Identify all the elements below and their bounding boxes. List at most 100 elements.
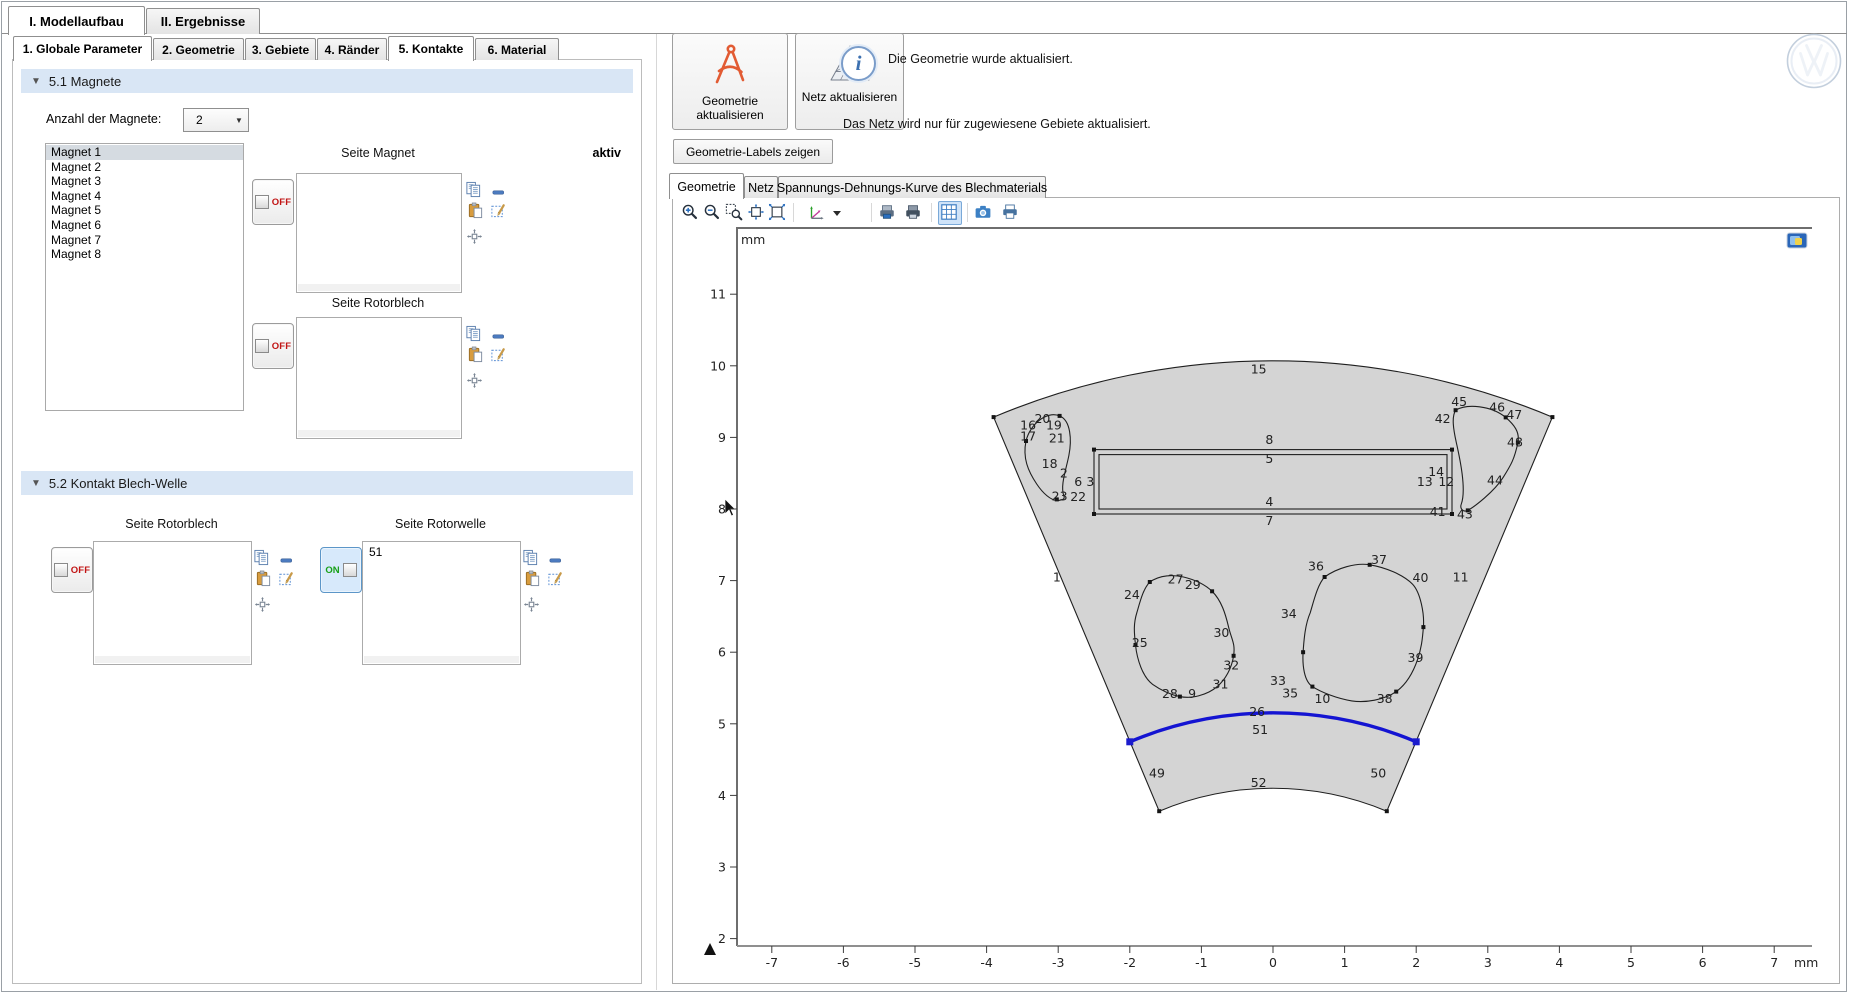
toolbar-separator xyxy=(967,203,968,222)
zoom-in-icon[interactable] xyxy=(681,203,699,221)
zoom-extents-icon[interactable] xyxy=(747,203,765,221)
update-geometry-button[interactable]: Geometrie aktualisieren xyxy=(672,33,788,130)
rotorblech-aktiv-toggle[interactable]: OFF xyxy=(252,323,294,369)
svg-text:6: 6 xyxy=(1699,955,1707,970)
tab-geometrie[interactable]: 2. Geometrie xyxy=(153,38,244,60)
list-item[interactable]: Magnet 4 xyxy=(46,189,243,204)
view-dropdown-caret-icon[interactable] xyxy=(831,206,843,218)
clear-selection-icon[interactable] xyxy=(490,346,507,363)
print-icon[interactable] xyxy=(1001,203,1019,221)
copy-selection-icon[interactable] xyxy=(522,549,539,566)
panel-splitter[interactable] xyxy=(656,34,657,990)
clear-selection-icon[interactable] xyxy=(278,570,295,587)
paste-selection-icon[interactable] xyxy=(255,570,272,587)
image-export-icon[interactable] xyxy=(878,203,896,221)
paste-selection-icon[interactable] xyxy=(467,346,484,363)
rotor-sector-geometry[interactable] xyxy=(994,361,1553,811)
zoom-box-icon[interactable] xyxy=(725,203,743,221)
clear-selection-icon[interactable] xyxy=(547,570,564,587)
tab-plot-spannungs-dehnungs-kurve[interactable]: Spannungs-Dehnungs-Kurve des Blechmateri… xyxy=(778,176,1046,198)
seite-rotorblech-selection-box[interactable] xyxy=(296,317,462,439)
remove-selection-icon[interactable] xyxy=(547,552,564,569)
tab-ergebnisse[interactable]: II. Ergebnisse xyxy=(146,8,260,34)
geometry-plot-canvas[interactable]: -7-6-5-4-3-2-101234567234567891011mmmm15… xyxy=(673,227,1839,982)
zoom-to-selection-icon[interactable] xyxy=(523,596,540,613)
list-item[interactable]: Magnet 8 xyxy=(46,247,243,262)
tab-label: 4. Ränder xyxy=(325,43,380,57)
svg-text:4: 4 xyxy=(718,788,726,803)
magnet-list[interactable]: Magnet 1Magnet 2Magnet 3Magnet 4Magnet 5… xyxy=(45,143,244,411)
tab-raender[interactable]: 4. Ränder xyxy=(317,38,387,60)
selected-boundary-entry[interactable]: 51 xyxy=(363,542,520,559)
svg-text:9: 9 xyxy=(1188,686,1196,701)
tab-kontakte[interactable]: 5. Kontakte xyxy=(388,36,474,61)
show-geometry-labels-button[interactable]: Geometrie-Labels zeigen xyxy=(673,139,833,164)
remove-selection-icon[interactable] xyxy=(490,328,507,345)
tab-gebiete[interactable]: 3. Gebiete xyxy=(245,38,316,60)
section-header-magnete[interactable]: ▼ 5.1 Magnete xyxy=(21,69,633,93)
tab-label: 2. Geometrie xyxy=(162,43,235,57)
snapshot-camera-icon[interactable] xyxy=(974,203,992,221)
svg-text:-7: -7 xyxy=(766,955,778,970)
right-cooling-hole[interactable] xyxy=(1303,564,1424,701)
default-view-icon[interactable] xyxy=(807,203,825,221)
svg-text:39: 39 xyxy=(1408,650,1424,665)
tab-globale-parameter[interactable]: 1. Globale Parameter xyxy=(13,36,152,61)
animation-export-icon[interactable] xyxy=(904,203,922,221)
section-title: 5.2 Kontakt Blech-Welle xyxy=(49,476,188,491)
paste-selection-icon[interactable] xyxy=(524,570,541,587)
svg-text:51: 51 xyxy=(1252,722,1268,737)
copy-selection-icon[interactable] xyxy=(253,549,270,566)
rotorblech-kontakt-selection-box[interactable] xyxy=(93,541,252,665)
list-item[interactable]: Magnet 1 xyxy=(46,145,243,160)
scrollbar[interactable] xyxy=(298,430,460,437)
seite-magnet-title: Seite Magnet xyxy=(296,146,460,160)
paste-selection-icon[interactable] xyxy=(467,202,484,219)
main-tab-divider xyxy=(2,33,1847,34)
seite-magnet-selection-box[interactable] xyxy=(296,173,462,293)
tab-plot-geometrie[interactable]: Geometrie xyxy=(669,173,744,199)
svg-text:4: 4 xyxy=(1265,494,1273,509)
tab-material[interactable]: 6. Material xyxy=(475,38,559,60)
list-item[interactable]: Magnet 6 xyxy=(46,218,243,233)
scrollbar[interactable] xyxy=(364,656,519,663)
zoom-to-selection-icon[interactable] xyxy=(466,372,483,389)
clear-selection-icon[interactable] xyxy=(490,202,507,219)
toggle-checkbox xyxy=(255,339,269,353)
svg-text:47: 47 xyxy=(1506,407,1522,422)
list-item[interactable]: Magnet 2 xyxy=(46,160,243,175)
remove-selection-icon[interactable] xyxy=(278,552,295,569)
rotorblech-kontakt-toggle[interactable]: OFF xyxy=(51,547,93,593)
zoom-to-selection-icon[interactable] xyxy=(254,596,271,613)
grid-icon[interactable] xyxy=(940,203,958,221)
scrollbar[interactable] xyxy=(298,284,460,291)
zoom-out-icon[interactable] xyxy=(703,203,721,221)
svg-text:29: 29 xyxy=(1185,577,1201,592)
svg-text:42: 42 xyxy=(1435,411,1451,426)
svg-text:3: 3 xyxy=(1484,955,1492,970)
scrollbar[interactable] xyxy=(95,656,250,663)
copy-selection-icon[interactable] xyxy=(465,181,482,198)
svg-text:15: 15 xyxy=(1251,362,1267,377)
list-item[interactable]: Magnet 7 xyxy=(46,233,243,248)
svg-text:-5: -5 xyxy=(909,955,921,970)
magnet-aktiv-toggle[interactable]: OFF xyxy=(252,179,294,225)
anzahl-magnete-select[interactable]: 2 ▼ xyxy=(183,108,249,132)
rotorwelle-kontakt-toggle[interactable]: ON xyxy=(320,547,362,593)
rotorwelle-kontakt-selection-box[interactable]: 51 xyxy=(362,541,521,665)
list-item[interactable]: Magnet 3 xyxy=(46,174,243,189)
tab-modellaufbau[interactable]: I. Modellaufbau xyxy=(8,6,145,35)
info-message-geometry: Die Geometrie wurde aktualisiert. xyxy=(888,52,1073,66)
toggle-checkbox xyxy=(255,195,269,209)
mouse-cursor xyxy=(725,499,736,516)
info-icon: i xyxy=(841,46,876,81)
zoom-to-selection-icon[interactable] xyxy=(466,228,483,245)
svg-text:40: 40 xyxy=(1413,570,1429,585)
tab-label: 3. Gebiete xyxy=(252,43,309,57)
section-header-kontakt-blech-welle[interactable]: ▼ 5.2 Kontakt Blech-Welle xyxy=(21,471,633,495)
list-item[interactable]: Magnet 5 xyxy=(46,203,243,218)
remove-selection-icon[interactable] xyxy=(490,184,507,201)
tab-plot-netz[interactable]: Netz xyxy=(744,176,778,198)
zoom-to-fit-icon[interactable] xyxy=(768,203,786,221)
copy-selection-icon[interactable] xyxy=(465,325,482,342)
